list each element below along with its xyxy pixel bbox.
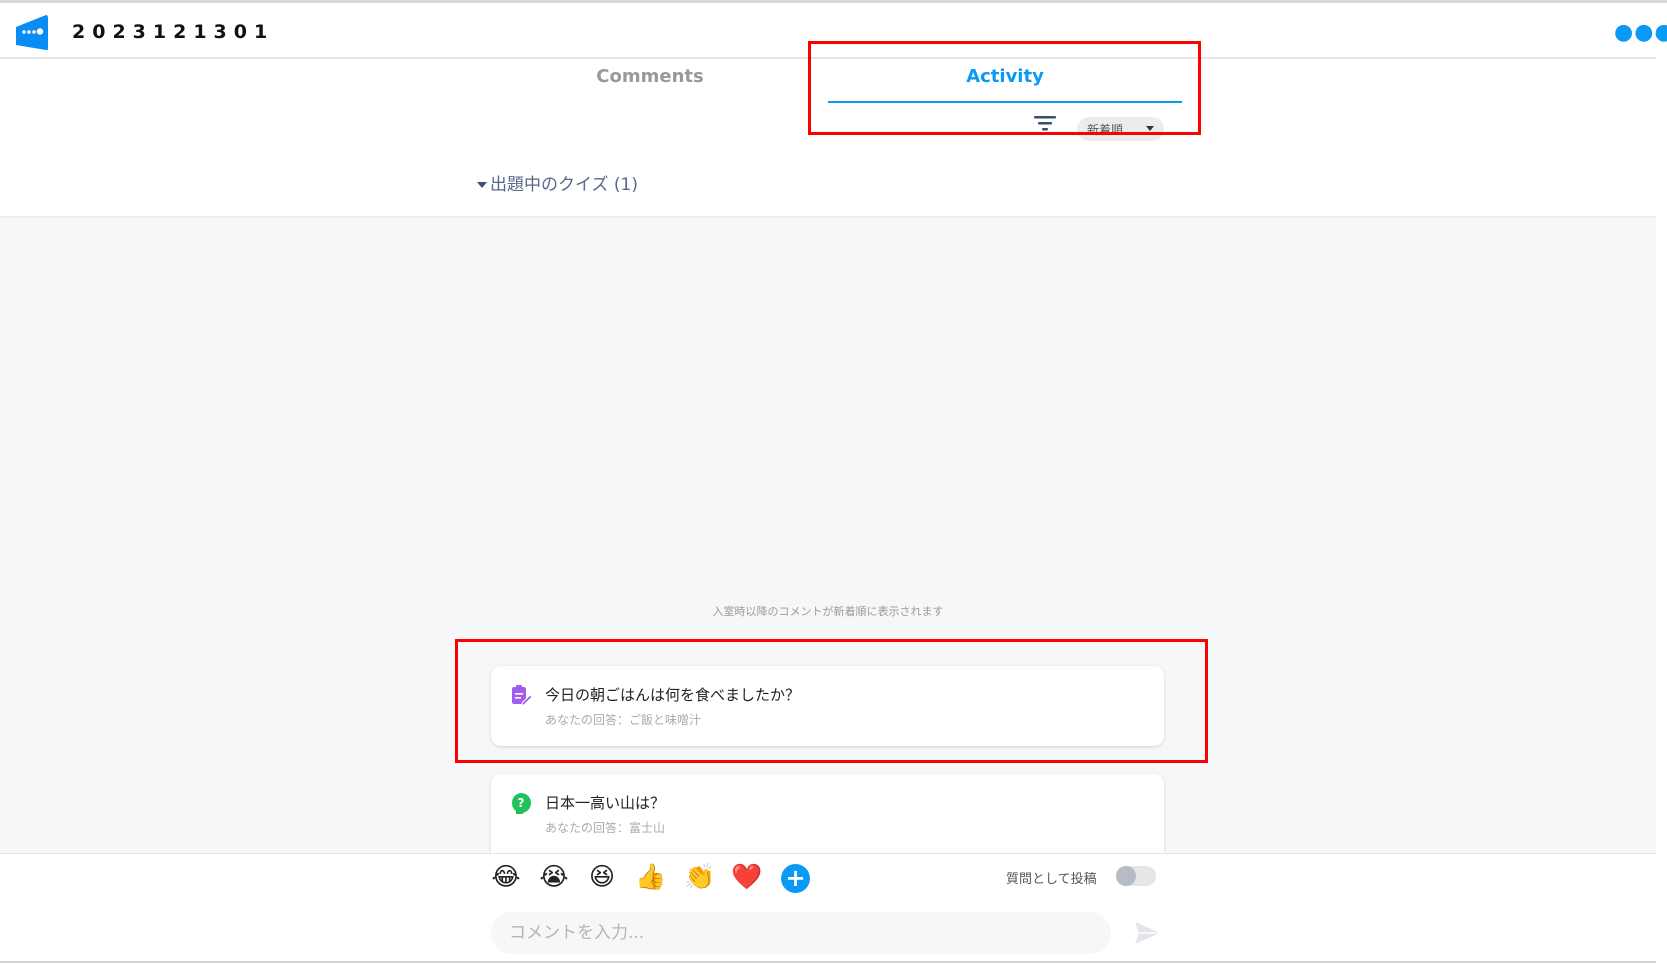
room-title: 2023121301 xyxy=(72,21,275,43)
reaction-heart-button[interactable]: ❤️ xyxy=(730,862,764,892)
reaction-joy-button[interactable]: 😂 xyxy=(489,862,523,891)
section-label: 出題中のクイズ (1) xyxy=(490,175,638,195)
feed-notice: 入室時以降のコメントが新着順に表示されます xyxy=(712,605,944,618)
reaction-thumbs-up-button[interactable]: 👍 xyxy=(634,862,668,892)
speech-bubble-logo-icon xyxy=(16,15,48,51)
post-as-question-toggle[interactable] xyxy=(1116,866,1156,886)
highlight-annotation xyxy=(455,639,1208,763)
active-quiz-section-toggle[interactable]: 出題中のクイズ (1) xyxy=(477,170,638,195)
quiz-answer: あなたの回答：富士山 xyxy=(545,821,666,835)
reaction-clap-button[interactable]: 👏 xyxy=(683,862,717,892)
more-dots-icon[interactable]: ●●● xyxy=(1614,22,1667,44)
quiz-question-icon: ? xyxy=(511,793,531,814)
send-icon[interactable] xyxy=(1133,919,1161,947)
reaction-sob-button[interactable]: 😭 xyxy=(537,862,571,891)
post-as-question-label: 質問として投稿 xyxy=(1006,872,1097,887)
add-reaction-plus-icon[interactable]: + xyxy=(781,864,810,893)
comment-input[interactable] xyxy=(491,912,1111,954)
caret-down-icon xyxy=(477,182,487,188)
quiz-card[interactable]: ? 日本一高い山は？ あなたの回答：富士山 xyxy=(491,774,1164,853)
reaction-laughing-button[interactable]: 😆 xyxy=(585,862,619,891)
quiz-question: 日本一高い山は？ xyxy=(545,794,666,812)
highlight-annotation xyxy=(808,41,1201,135)
tab-comments[interactable]: Comments xyxy=(500,66,800,87)
svg-text:?: ? xyxy=(518,796,525,810)
toggle-knob xyxy=(1116,866,1136,886)
